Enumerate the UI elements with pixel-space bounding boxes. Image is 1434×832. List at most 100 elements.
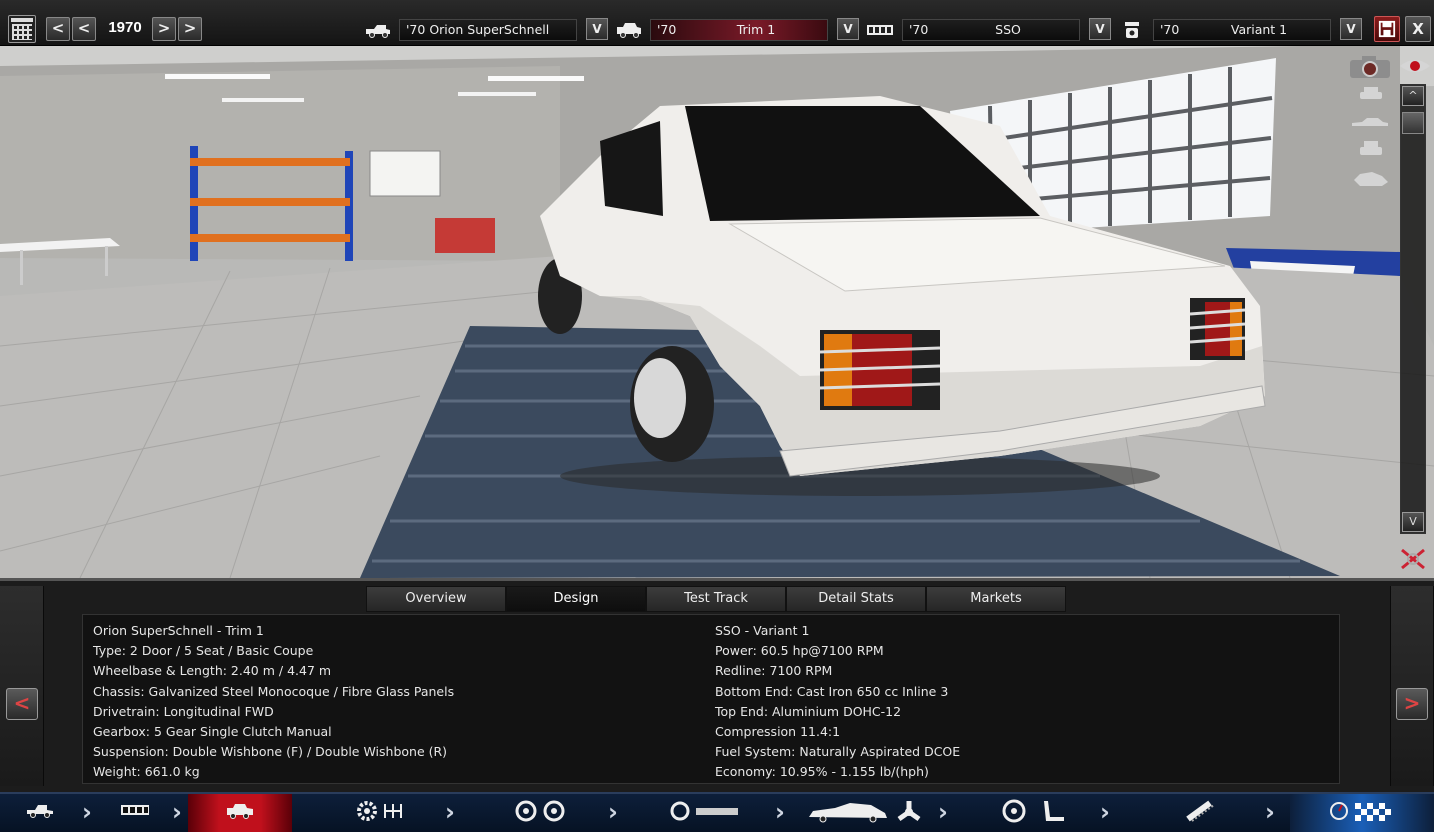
lift-toggle-icon[interactable] xyxy=(1398,546,1428,572)
ceiling-light xyxy=(222,98,304,102)
chevron-right-icon: › xyxy=(172,798,182,826)
car-stat-line: Type: 2 Door / 5 Seat / Basic Coupe xyxy=(93,643,314,659)
car-stats-column: Orion SuperSchnell - Trim 1 Type: 2 Door… xyxy=(93,621,454,783)
bottom-navigation: › › › › › › › › xyxy=(0,792,1434,832)
engine-stat-line: Power: 60.5 hp@7100 RPM xyxy=(715,643,884,659)
tab-design[interactable]: Design xyxy=(506,586,646,612)
engine-block-icon xyxy=(867,25,893,35)
tab-overview[interactable]: Overview xyxy=(366,586,506,612)
year-next-fast-button[interactable]: > xyxy=(178,17,202,41)
engine-dropdown-button[interactable]: V xyxy=(1089,18,1111,40)
close-button[interactable]: X xyxy=(1405,16,1431,42)
panel-prev-button[interactable]: < xyxy=(6,688,38,720)
suspension-icon xyxy=(1186,800,1215,822)
view-side-icon[interactable] xyxy=(1350,116,1390,130)
view-front-icon[interactable] xyxy=(1356,86,1386,102)
nav-body-aero[interactable] xyxy=(800,794,930,832)
car-stat-line: Drivetrain: Longitudinal FWD xyxy=(93,703,274,719)
chevron-right-icon: › xyxy=(938,798,948,826)
view-angle-icon[interactable] xyxy=(1352,168,1390,190)
trim-select[interactable]: '70 Trim 1 xyxy=(650,19,828,41)
engine-stat-line: Economy: 10.95% - 1.155 lb/(hph) xyxy=(715,764,929,780)
panel-next-button[interactable]: > xyxy=(1396,688,1428,720)
year-prev-fast-button[interactable]: < xyxy=(46,17,70,41)
car-model-icon xyxy=(27,805,53,818)
car-stat-line: Gearbox: 5 Gear Single Clutch Manual xyxy=(93,723,332,739)
chevron-right-icon: › xyxy=(775,798,785,826)
tab-detail-stats[interactable]: Detail Stats xyxy=(786,586,926,612)
engine-stat-line: Redline: 7100 RPM xyxy=(715,663,833,679)
engine-stat-line: Fuel System: Naturally Aspirated DCOE xyxy=(715,744,961,760)
tail-light-left xyxy=(819,330,941,410)
chevron-right-icon: › xyxy=(1100,798,1110,826)
chevron-right-icon: › xyxy=(445,798,455,826)
model-select[interactable]: '70 Orion SuperSchnell xyxy=(399,19,577,41)
engine-block-icon xyxy=(121,805,149,815)
red-crates xyxy=(435,218,495,253)
calendar-icon[interactable] xyxy=(8,15,36,43)
save-icon xyxy=(1378,20,1396,38)
year-next-button[interactable]: > xyxy=(152,17,176,41)
model-car-icon xyxy=(366,25,390,38)
left-panel-column: < xyxy=(0,586,44,786)
chevron-right-icon: › xyxy=(608,798,618,826)
ceiling-light xyxy=(488,76,584,81)
ceiling-light xyxy=(165,74,270,79)
scroll-thumb[interactable] xyxy=(1402,112,1424,134)
zoom-scrollbar[interactable] xyxy=(1400,84,1426,534)
stats-panel: < > Overview Design Test Track Detail St… xyxy=(0,578,1434,792)
variant-dropdown-button[interactable]: V xyxy=(1340,18,1362,40)
ceiling-light xyxy=(458,92,536,96)
car-stat-line: Suspension: Double Wishbone (F) / Double… xyxy=(93,744,448,760)
trim-car-icon xyxy=(227,804,253,819)
model-dropdown-button[interactable]: V xyxy=(586,18,608,40)
nav-suspension-body[interactable] xyxy=(640,794,770,832)
camera-icon[interactable] xyxy=(1348,54,1392,80)
nav-interior[interactable] xyxy=(980,794,1090,832)
nav-engine[interactable] xyxy=(100,794,170,832)
body-frame-icon xyxy=(670,801,738,821)
engine-stat-line: Top End: Aluminium DOHC-12 xyxy=(715,703,902,719)
scroll-up-button[interactable]: ^ xyxy=(1402,86,1424,106)
engine-select[interactable]: '70 SSO xyxy=(902,19,1080,41)
variant-select[interactable]: '70 Variant 1 xyxy=(1153,19,1331,41)
trim-car-icon xyxy=(617,23,641,38)
garage-scene xyxy=(0,46,1434,578)
nav-suspension[interactable] xyxy=(1140,794,1260,832)
gear-transmission-icon xyxy=(357,801,402,821)
car-stat-line: Orion SuperSchnell - Trim 1 xyxy=(93,623,264,638)
tab-markets[interactable]: Markets xyxy=(926,586,1066,612)
car-stat-line: Chassis: Galvanized Steel Monocoque / Fi… xyxy=(93,683,455,699)
engine-stat-line: Bottom End: Cast Iron 650 cc Inline 3 xyxy=(715,683,949,699)
car-stat-line: Weight: 661.0 kg xyxy=(93,764,200,780)
finish-flag-icon xyxy=(1330,802,1391,821)
tab-test-track[interactable]: Test Track xyxy=(646,586,786,612)
nav-trim[interactable] xyxy=(188,794,292,832)
trim-dropdown-button[interactable]: V xyxy=(837,18,859,40)
chevron-right-icon: › xyxy=(82,798,92,826)
car-3d-viewport[interactable]: ^ V xyxy=(0,46,1434,578)
car-stat-line: Wheelbase & Length: 2.40 m / 4.47 m xyxy=(93,663,332,679)
nav-finish[interactable] xyxy=(1290,794,1434,832)
whiteboard xyxy=(369,150,441,197)
nav-gearbox[interactable] xyxy=(330,794,440,832)
year-prev-button[interactable]: < xyxy=(72,17,96,41)
eye-icon[interactable] xyxy=(1398,56,1432,76)
engine-stats-column: SSO - Variant 1 Power: 60.5 hp@7100 RPM … xyxy=(715,621,960,783)
engine-stat-line: SSO - Variant 1 xyxy=(715,623,810,638)
view-rear-icon[interactable] xyxy=(1356,140,1386,158)
interior-seat-icon xyxy=(1002,799,1064,823)
body-aero-icon xyxy=(809,801,921,823)
nav-wheels[interactable] xyxy=(480,794,600,832)
scroll-down-button[interactable]: V xyxy=(1402,512,1424,532)
workbench xyxy=(0,238,120,285)
wheels-brakes-icon xyxy=(515,800,565,822)
stats-summary: Orion SuperSchnell - Trim 1 Type: 2 Door… xyxy=(82,614,1340,784)
tail-light-right xyxy=(1189,298,1246,360)
year-label: 1970 xyxy=(108,19,142,36)
nav-car-model[interactable] xyxy=(0,794,80,832)
chevron-right-icon: › xyxy=(1265,798,1275,826)
right-panel-column: > xyxy=(1390,586,1434,786)
save-button[interactable] xyxy=(1374,16,1400,42)
variant-piston-icon xyxy=(1125,22,1139,38)
